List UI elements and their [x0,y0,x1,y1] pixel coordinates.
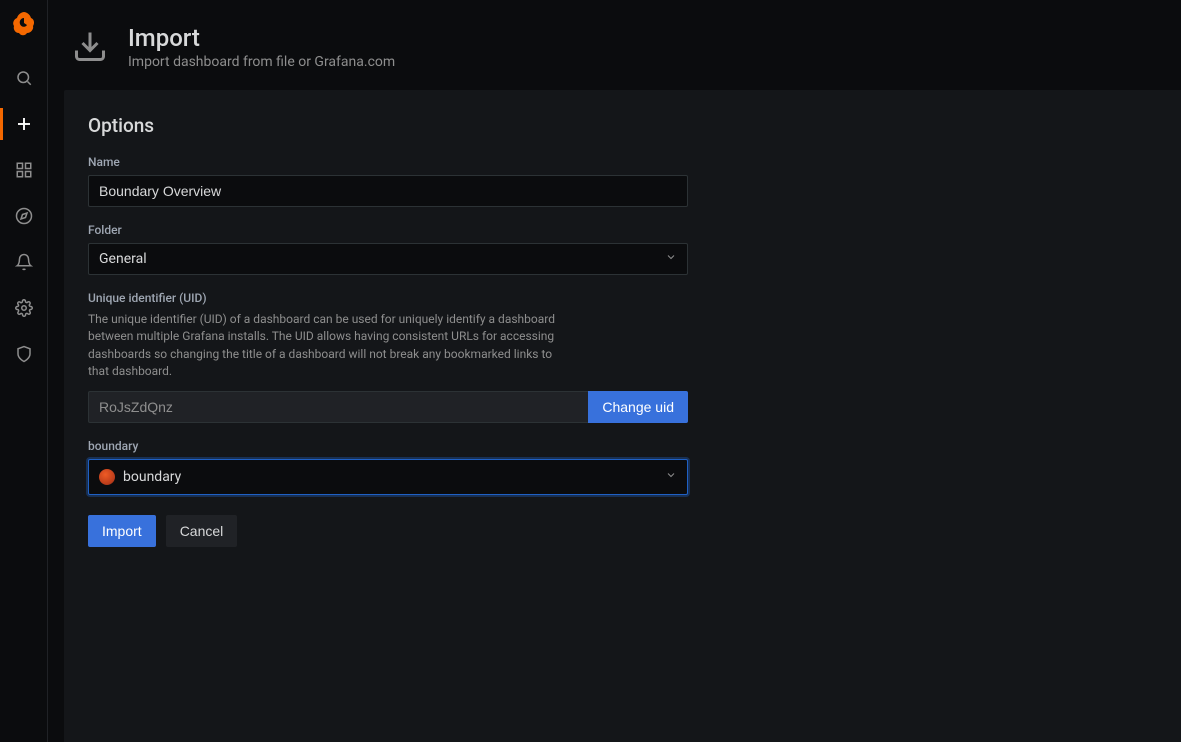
configuration-icon[interactable] [0,288,48,328]
change-uid-button[interactable]: Change uid [588,391,688,423]
dashboards-icon[interactable] [0,150,48,190]
create-icon[interactable] [0,104,48,144]
uid-input [88,391,588,423]
server-admin-icon[interactable] [0,334,48,374]
datasource-select[interactable]: boundary [88,459,688,495]
explore-icon[interactable] [0,196,48,236]
page-header: Import Import dashboard from file or Gra… [48,0,1181,90]
alerting-icon[interactable] [0,242,48,282]
uid-description: The unique identifier (UID) of a dashboa… [88,311,568,381]
search-icon[interactable] [0,58,48,98]
name-input[interactable] [88,175,688,207]
page-subtitle: Import dashboard from file or Grafana.co… [128,54,395,70]
name-label: Name [88,155,688,169]
folder-value: General [99,251,147,267]
content-card: Options Name Folder General Unique ident… [64,90,1181,742]
folder-label: Folder [88,223,688,237]
chevron-down-icon [665,469,677,485]
chevron-down-icon [665,251,677,267]
sidebar [0,0,48,742]
import-icon [72,28,108,68]
form-group-uid: Unique identifier (UID) The unique ident… [88,291,688,423]
uid-label: Unique identifier (UID) [88,291,688,305]
form-group-folder: Folder General [88,223,688,275]
section-title: Options [88,114,1157,137]
main: Import Import dashboard from file or Gra… [48,0,1181,742]
form-group-name: Name [88,155,688,207]
button-row: Import Cancel [88,515,1157,547]
cancel-button[interactable]: Cancel [166,515,238,547]
folder-select[interactable]: General [88,243,688,275]
datasource-label: boundary [88,439,688,453]
prometheus-icon [99,469,115,485]
grafana-logo-icon[interactable] [8,8,40,40]
form-group-datasource: boundary boundary [88,439,688,495]
page-title: Import [128,24,395,52]
datasource-value: boundary [123,469,181,485]
import-button[interactable]: Import [88,515,156,547]
